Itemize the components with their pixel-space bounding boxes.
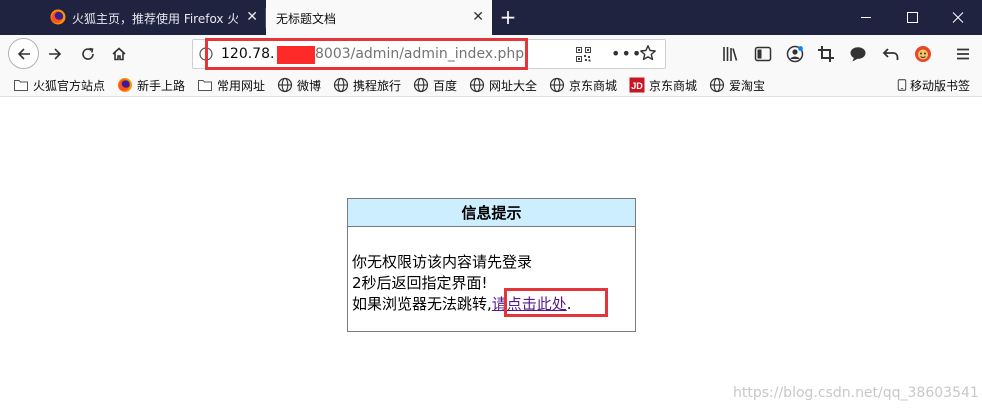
folder-icon (14, 80, 28, 91)
globe-icon (333, 77, 349, 93)
firefox-icon (50, 9, 66, 25)
qr-code-icon[interactable] (576, 47, 591, 62)
menu-hamburger-icon[interactable] (953, 44, 973, 64)
bookmark-item[interactable]: 新手上路 (117, 75, 185, 95)
bookmark-item[interactable]: 常用网址 (197, 75, 265, 95)
sidebar-icon[interactable] (753, 44, 773, 64)
bookmark-item[interactable]: 携程旅行 (333, 75, 401, 95)
bookmark-label: 新手上路 (137, 78, 186, 93)
bookmarks-toolbar: 火狐官方站点 新手上路 常用网址 微博 携程旅行 百度 网址大全 京东商城 JD… (0, 73, 982, 97)
close-tab-icon[interactable]: ✕ (246, 9, 258, 25)
globe-icon (709, 77, 725, 93)
bookmark-item[interactable]: 百度 (413, 75, 457, 95)
csdn-watermark: https://blog.csdn.net/qq_38603541 (733, 385, 979, 401)
forward-arrow-icon (49, 48, 62, 60)
mobile-bookmarks-label: 移动版书签 (910, 78, 971, 93)
bookmark-item[interactable]: 爱淘宝 (709, 75, 765, 95)
bookmark-label: 携程旅行 (353, 78, 402, 93)
account-icon[interactable] (785, 44, 805, 64)
home-button[interactable] (104, 39, 134, 69)
link-highlight-box (504, 288, 608, 317)
back-arrow-icon (17, 47, 30, 60)
home-icon (112, 47, 126, 61)
message-redirect-countdown: 2秒后返回指定界面! (352, 274, 488, 292)
mobile-phone-icon (897, 79, 907, 91)
forward-button[interactable] (40, 39, 70, 69)
bookmark-item[interactable]: 京东商城 (549, 75, 617, 95)
chat-bubble-icon[interactable] (848, 44, 868, 64)
minimize-button[interactable] (843, 0, 889, 35)
reload-icon (82, 47, 94, 60)
undo-arrow-icon[interactable] (881, 44, 901, 64)
close-icon (952, 12, 964, 23)
globe-icon (413, 77, 429, 93)
bookmark-label: 百度 (433, 78, 458, 93)
tab-firefox-home[interactable]: 火狐主页，推荐使用 Firefox 火狐 ✕ (40, 0, 266, 35)
close-tab-icon[interactable]: ✕ (472, 9, 484, 25)
bookmark-label: 京东商城 (569, 78, 618, 93)
message-header: 信息提示 (348, 199, 635, 227)
new-tab-plus-icon[interactable]: + (496, 6, 520, 30)
mobile-bookmarks[interactable]: 移动版书签 (896, 75, 970, 95)
bookmark-label: 网址大全 (489, 78, 538, 93)
browser-window: 火狐主页，推荐使用 Firefox 火狐 ✕ 无标题文档 ✕ + 120.78.… (0, 0, 982, 413)
star-bookmark-icon[interactable] (639, 44, 657, 62)
svg-text:JD: JD (631, 81, 643, 91)
maximize-icon (907, 12, 918, 23)
message-fallback-prefix: 如果浏览器无法跳转, (352, 295, 492, 313)
tab-title: 无标题文档 (276, 12, 337, 26)
back-button[interactable] (8, 38, 39, 69)
globe-icon (549, 77, 565, 93)
message-login-required: 你无权限访该内容请先登录 (352, 253, 533, 271)
page-content: 信息提示 你无权限访该内容请先登录 2秒后返回指定界面! 如果浏览器无法跳转,请… (0, 97, 982, 413)
globe-icon (469, 77, 485, 93)
bookmark-item[interactable]: JD 京东商城 (629, 75, 697, 95)
reload-button[interactable] (73, 39, 103, 69)
tab-untitled-document[interactable]: 无标题文档 ✕ (266, 0, 492, 35)
folder-icon (198, 80, 212, 91)
globe-icon (277, 77, 293, 93)
library-icon[interactable] (721, 44, 741, 64)
maximize-button[interactable] (889, 0, 935, 35)
tab-strip: 火狐主页，推荐使用 Firefox 火狐 ✕ 无标题文档 ✕ + (0, 0, 982, 35)
bookmark-item[interactable]: 火狐官方站点 (13, 75, 105, 95)
tab-title: 火狐主页，推荐使用 Firefox 火狐 (72, 12, 238, 26)
url-highlight-box (205, 38, 528, 70)
bookmark-label: 京东商城 (649, 78, 698, 93)
bookmark-label: 微博 (297, 78, 322, 93)
bookmark-label: 常用网址 (217, 78, 266, 93)
bookmark-item[interactable]: 微博 (277, 75, 321, 95)
extension-red-icon[interactable] (913, 44, 933, 64)
bookmark-item[interactable]: 网址大全 (469, 75, 537, 95)
window-close-button[interactable] (935, 0, 981, 35)
page-actions-icon[interactable]: ••• (611, 44, 642, 63)
minimize-icon (861, 17, 871, 18)
firefox-icon (118, 78, 132, 92)
bookmark-label: 火狐官方站点 (33, 78, 106, 93)
bookmark-label: 爱淘宝 (729, 78, 766, 93)
jd-icon: JD (629, 77, 645, 93)
screenshot-crop-icon[interactable] (816, 44, 836, 64)
